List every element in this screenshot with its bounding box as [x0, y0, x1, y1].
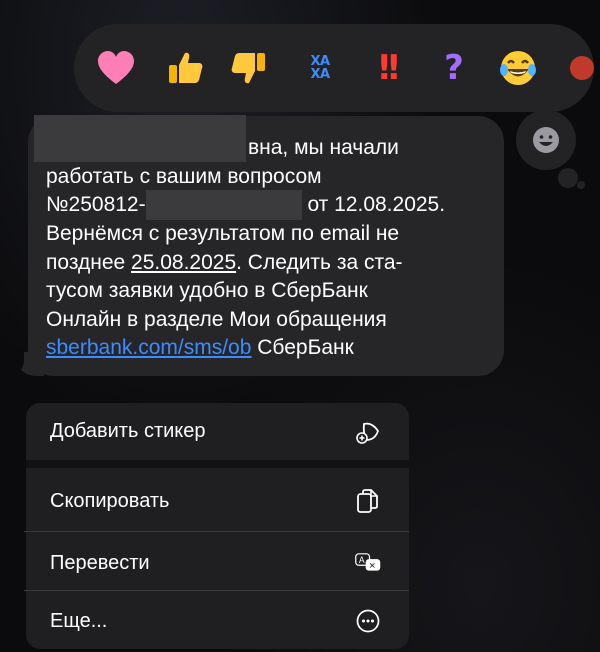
context-menu: Добавить стикер Скопировать Перевести A [26, 403, 409, 649]
thumbs-up-reaction[interactable] [162, 44, 210, 92]
thumbs-down-reaction[interactable] [224, 44, 272, 92]
menu-divider [24, 531, 409, 532]
svg-text:A: A [359, 555, 365, 565]
haha-reaction[interactable]: ХА ХА [296, 44, 344, 92]
haha-icon: ХА ХА [310, 54, 330, 82]
laughing-face-icon [500, 51, 536, 85]
question-icon: ? [444, 48, 464, 88]
thumbs-down-icon [231, 53, 265, 84]
sticker-add-icon [355, 419, 381, 445]
reactions-bar: ХА ХА !! ? [74, 24, 594, 112]
message-text: вна, мы начали работать с вашим вопросом… [46, 134, 486, 363]
menu-add-sticker[interactable]: Добавить стикер [26, 403, 409, 460]
message-line-4: Вернёмся с результатом по email не [46, 222, 400, 245]
menu-translate[interactable]: Перевести A ✕ [26, 533, 409, 593]
menu-section-divider [26, 460, 409, 468]
heart-reaction[interactable] [92, 44, 140, 92]
redacted-request-number [145, 190, 302, 220]
copy-icon [355, 488, 381, 515]
menu-more-label: Еще... [50, 609, 108, 632]
menu-divider [24, 590, 409, 591]
ellipsis-circle-icon [355, 608, 381, 634]
message-line-1: вна, мы начали [248, 136, 399, 159]
exclamation-icon: !! [376, 48, 401, 88]
add-sticker-reaction-button[interactable] [516, 110, 576, 170]
heart-broken-icon [570, 56, 594, 80]
reaction-tail-dot [558, 168, 578, 188]
message-line-7: Онлайн в разделе Мои обращения [46, 307, 387, 331]
laughing-reaction[interactable] [494, 44, 542, 92]
thumbs-up-icon [169, 52, 203, 83]
sberbank-link[interactable]: sberbank.com/sms/ob [46, 336, 251, 359]
menu-copy[interactable]: Скопировать [26, 468, 409, 535]
svg-text:✕: ✕ [369, 560, 376, 570]
message-line-3: №250812- от 12.08.2025. [46, 190, 486, 220]
heart-icon [98, 51, 134, 84]
message-line-6: тусом заявки удобно в СберБанк [46, 279, 368, 302]
menu-copy-label: Скопировать [50, 490, 170, 512]
message-line-2: работать с вашим вопросом [46, 164, 322, 188]
more-reaction-partial[interactable] [558, 44, 594, 92]
menu-more[interactable]: Еще... [26, 593, 409, 649]
reaction-tail-dot-small [577, 181, 585, 189]
date-link[interactable]: 25.08.2025 [131, 251, 236, 274]
translate-icon: A ✕ [355, 550, 381, 576]
question-reaction[interactable]: ? [430, 44, 478, 92]
message-line-8: sberbank.com/sms/ob СберБанк [46, 336, 354, 359]
message-line-5: позднее 25.08.2025. Следить за ста- [46, 250, 403, 274]
menu-add-sticker-label: Добавить стикер [50, 420, 206, 442]
smiley-sticker-icon [533, 127, 559, 153]
menu-translate-label: Перевести [50, 551, 150, 574]
exclamation-reaction[interactable]: !! [362, 44, 410, 92]
